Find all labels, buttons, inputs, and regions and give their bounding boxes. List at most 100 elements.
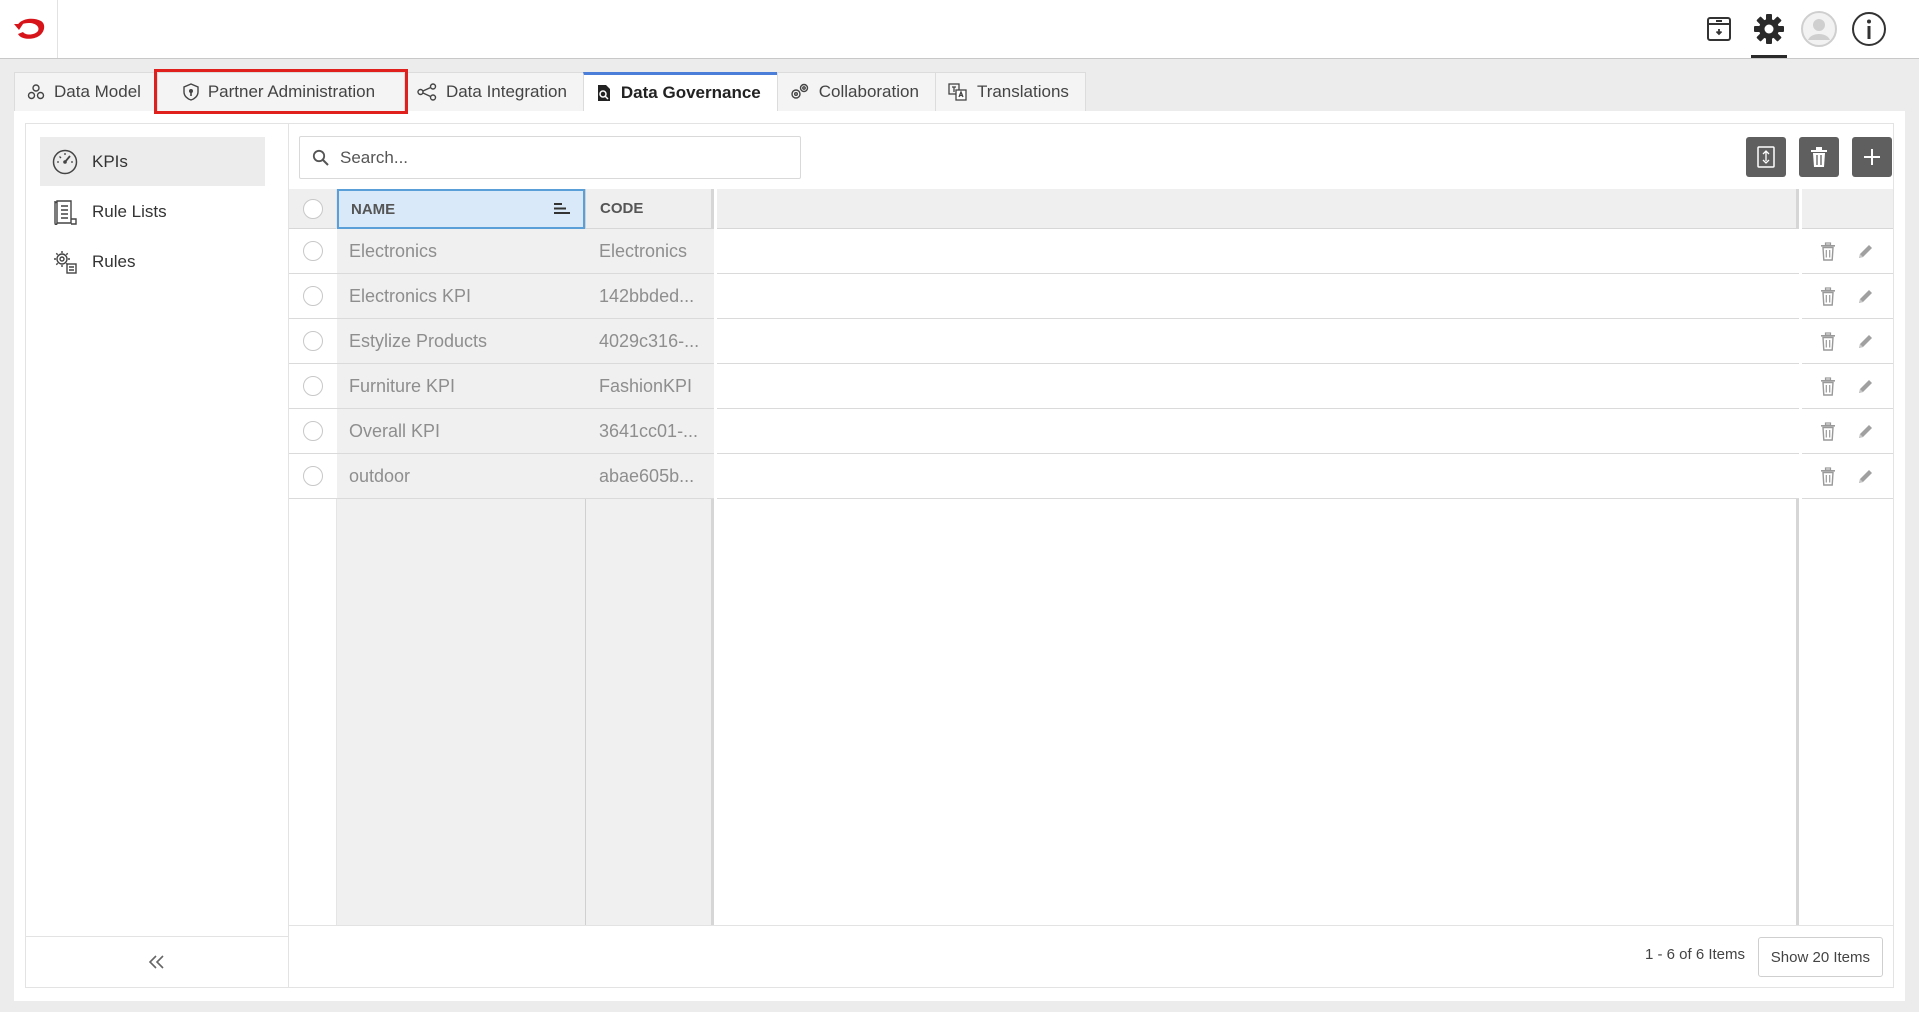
inbox-icon bbox=[1707, 17, 1731, 41]
trash-icon bbox=[1811, 147, 1827, 167]
kpi-name-cell[interactable]: outdoor bbox=[337, 454, 586, 499]
trash-icon bbox=[1821, 466, 1835, 486]
row-select-cell bbox=[289, 454, 337, 499]
table-row[interactable]: Estylize Products 4029c316-... bbox=[289, 319, 1893, 364]
row-select-checkbox[interactable] bbox=[303, 466, 323, 486]
row-actions-cell bbox=[1802, 229, 1893, 274]
user-profile-button[interactable] bbox=[1794, 0, 1844, 58]
kpi-name-cell[interactable]: Electronics bbox=[337, 229, 586, 274]
pager-info: 1 - 6 of 6 Items bbox=[1644, 946, 1745, 963]
tab-data-model[interactable]: Data Model bbox=[14, 72, 158, 111]
kpi-code-cell[interactable]: 4029c316-... bbox=[586, 319, 714, 364]
table-row[interactable]: outdoor abae605b... bbox=[289, 454, 1893, 499]
tab-label: Translations bbox=[976, 82, 1069, 101]
sidebar-item-rules[interactable]: Rules bbox=[40, 237, 265, 286]
empty-cell bbox=[717, 319, 1799, 364]
kpi-name-cell[interactable]: Overall KPI bbox=[337, 409, 586, 454]
row-actions-cell bbox=[1802, 319, 1893, 364]
delete-row-button[interactable] bbox=[1820, 286, 1836, 306]
pencil-icon bbox=[1859, 334, 1872, 348]
sidebar-item-rule-lists[interactable]: Rule Lists bbox=[40, 187, 265, 236]
data-model-icon bbox=[27, 84, 45, 100]
delete-selected-button[interactable] bbox=[1799, 137, 1839, 177]
plus-icon bbox=[1864, 149, 1880, 165]
grid-footer: 1 - 6 of 6 Items Show 20 Items bbox=[289, 925, 1893, 987]
kpi-name-cell[interactable]: Furniture KPI bbox=[337, 364, 586, 409]
select-all-checkbox[interactable] bbox=[302, 198, 323, 219]
kpi-code-cell[interactable]: FashionKPI bbox=[586, 364, 714, 409]
pencil-icon bbox=[1859, 289, 1872, 303]
row-select-cell bbox=[289, 409, 337, 454]
governance-icon bbox=[597, 85, 610, 101]
empty-cell bbox=[717, 364, 1799, 409]
edit-row-button[interactable] bbox=[1856, 467, 1875, 486]
table-row[interactable]: Electronics Electronics bbox=[289, 229, 1893, 274]
page-size-button[interactable]: Show 20 Items bbox=[1757, 937, 1883, 977]
kpi-code-cell[interactable]: 142bbded... bbox=[586, 274, 714, 319]
search-box bbox=[299, 136, 801, 179]
integration-icon bbox=[417, 83, 437, 101]
edit-row-button[interactable] bbox=[1856, 377, 1875, 396]
row-select-checkbox[interactable] bbox=[303, 286, 323, 306]
tab-collaboration[interactable]: Collaboration bbox=[776, 72, 936, 111]
row-select-checkbox[interactable] bbox=[303, 421, 323, 441]
tab-data-governance[interactable]: Data Governance bbox=[582, 72, 778, 111]
code-column-header[interactable]: CODE bbox=[586, 189, 711, 229]
kpi-name-cell[interactable]: Estylize Products bbox=[337, 319, 586, 364]
row-select-checkbox[interactable] bbox=[303, 331, 323, 351]
table-row[interactable]: Furniture KPI FashionKPI bbox=[289, 364, 1893, 409]
add-kpi-button[interactable] bbox=[1852, 137, 1892, 177]
edit-row-button[interactable] bbox=[1856, 287, 1875, 306]
tab-data-integration[interactable]: Data Integration bbox=[403, 72, 584, 111]
row-actions-cell bbox=[1802, 274, 1893, 319]
refresh-button[interactable] bbox=[1746, 137, 1786, 177]
empty-cell bbox=[717, 229, 1799, 274]
empty-cell bbox=[717, 409, 1799, 454]
edit-row-button[interactable] bbox=[1856, 242, 1875, 261]
delete-row-button[interactable] bbox=[1820, 466, 1836, 486]
sort-icon[interactable] bbox=[553, 202, 571, 216]
tab-label: Data Model bbox=[54, 82, 141, 101]
app-logo[interactable] bbox=[0, 0, 58, 58]
kpi-name-cell[interactable]: Electronics KPI bbox=[337, 274, 586, 319]
top-bar bbox=[0, 0, 1919, 59]
empty-column-header bbox=[717, 189, 1796, 229]
settings-button[interactable] bbox=[1744, 0, 1794, 58]
kpi-code-cell[interactable]: abae605b... bbox=[586, 454, 714, 499]
info-button[interactable] bbox=[1844, 0, 1894, 58]
sidebar-item-kpis[interactable]: KPIs bbox=[40, 137, 265, 186]
delete-row-button[interactable] bbox=[1820, 241, 1836, 261]
row-select-checkbox[interactable] bbox=[303, 241, 323, 261]
delete-row-button[interactable] bbox=[1820, 376, 1836, 396]
gear-icon bbox=[1754, 14, 1784, 44]
sidebar-item-label: KPIs bbox=[92, 151, 128, 171]
trash-icon bbox=[1821, 421, 1835, 441]
table-row[interactable]: Overall KPI 3641cc01-... bbox=[289, 409, 1893, 454]
delete-row-button[interactable] bbox=[1820, 331, 1836, 351]
kpi-code-cell[interactable]: Electronics bbox=[586, 229, 714, 274]
rule-list-icon bbox=[54, 199, 77, 225]
search-input[interactable] bbox=[340, 147, 780, 168]
tab-partner-administration[interactable]: Partner Administration bbox=[153, 69, 408, 114]
delete-row-button[interactable] bbox=[1820, 421, 1836, 441]
edit-row-button[interactable] bbox=[1856, 422, 1875, 441]
pencil-icon bbox=[1859, 244, 1872, 258]
tab-translations[interactable]: Translations bbox=[934, 72, 1086, 111]
tab-label: Collaboration bbox=[818, 82, 919, 101]
row-select-checkbox[interactable] bbox=[303, 376, 323, 396]
row-select-cell bbox=[289, 274, 337, 319]
empty-cell bbox=[717, 454, 1799, 499]
kpi-code-cell[interactable]: 3641cc01-... bbox=[586, 409, 714, 454]
sidebar-collapse-button[interactable] bbox=[26, 936, 288, 987]
edit-row-button[interactable] bbox=[1856, 332, 1875, 351]
content-panel: KPIs Rule Lists Rules Search... NAME COD… bbox=[14, 111, 1905, 1001]
table-row[interactable]: Electronics KPI 142bbded... bbox=[289, 274, 1893, 319]
name-column-header[interactable]: NAME bbox=[337, 189, 585, 229]
trash-icon bbox=[1821, 376, 1835, 396]
sidebar-item-label: Rule Lists bbox=[92, 201, 167, 221]
inbox-button[interactable] bbox=[1694, 0, 1744, 58]
search-icon bbox=[312, 149, 329, 166]
tab-label: Partner Administration bbox=[207, 82, 376, 101]
row-select-cell bbox=[289, 229, 337, 274]
actions-column-header bbox=[1802, 189, 1893, 229]
